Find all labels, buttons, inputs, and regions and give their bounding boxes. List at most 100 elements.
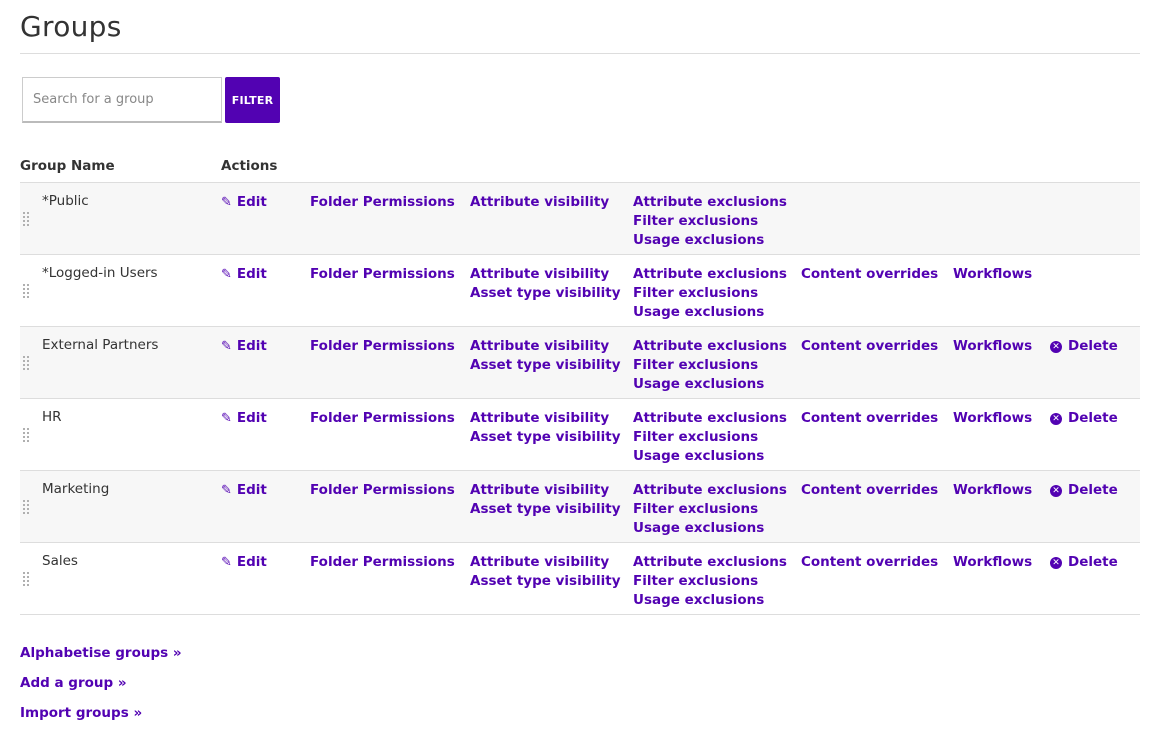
- filter-exclusions-link[interactable]: Filter exclusions: [633, 284, 787, 303]
- delete-cell: ✕ Delete: [1050, 481, 1118, 500]
- attribute-visibility-link[interactable]: Attribute visibility: [470, 265, 621, 284]
- attribute-visibility-link[interactable]: Attribute visibility: [470, 553, 621, 572]
- exclusions-cell: Attribute exclusions Filter exclusions Usa…: [633, 337, 787, 394]
- filter-exclusions-link[interactable]: Filter exclusions: [633, 356, 787, 375]
- delete-cell: ✕ Delete: [1050, 409, 1118, 428]
- visibility-cell: Attribute visibility Asset type visibilit…: [470, 337, 621, 375]
- search-input[interactable]: [22, 77, 222, 123]
- attribute-exclusions-link[interactable]: Attribute exclusions: [633, 553, 787, 572]
- content-overrides-link[interactable]: Content overrides: [801, 481, 938, 500]
- delete-link[interactable]: ✕ Delete: [1050, 481, 1118, 500]
- folder-permissions-link[interactable]: Folder Permissions: [310, 409, 455, 428]
- attribute-visibility-link[interactable]: Attribute visibility: [470, 337, 621, 356]
- attribute-exclusions-link[interactable]: Attribute exclusions: [633, 265, 787, 284]
- delete-cell: ✕ Delete: [1050, 337, 1118, 356]
- table-row: External Partners ✎ Edit Folder Permissio…: [20, 327, 1140, 399]
- drag-handle-icon[interactable]: [22, 499, 30, 515]
- edit-cell: ✎ Edit: [221, 553, 267, 572]
- filter-exclusions-link[interactable]: Filter exclusions: [633, 212, 787, 231]
- folder-permissions-cell: Folder Permissions: [310, 265, 455, 284]
- edit-link[interactable]: ✎ Edit: [221, 337, 267, 356]
- delete-label: Delete: [1068, 554, 1118, 570]
- attribute-exclusions-link[interactable]: Attribute exclusions: [633, 409, 787, 428]
- attribute-visibility-link[interactable]: Attribute visibility: [470, 409, 621, 428]
- attribute-exclusions-link[interactable]: Attribute exclusions: [633, 481, 787, 500]
- usage-exclusions-link[interactable]: Usage exclusions: [633, 303, 787, 322]
- delete-link[interactable]: ✕ Delete: [1050, 553, 1118, 572]
- column-header-group-name: Group Name: [20, 158, 115, 174]
- folder-permissions-cell: Folder Permissions: [310, 553, 455, 572]
- workflows-cell: Workflows: [953, 481, 1032, 500]
- table-row: *Logged-in Users ✎ Edit Folder Permission…: [20, 255, 1140, 327]
- delete-link[interactable]: ✕ Delete: [1050, 409, 1118, 428]
- visibility-cell: Attribute visibility Asset type visibilit…: [470, 481, 621, 519]
- edit-label: Edit: [236, 338, 267, 354]
- filter-button[interactable]: FILTER: [225, 77, 280, 123]
- asset-type-visibility-link[interactable]: Asset type visibility: [470, 428, 621, 447]
- content-overrides-link[interactable]: Content overrides: [801, 337, 938, 356]
- drag-handle-icon[interactable]: [22, 427, 30, 443]
- content-overrides-link[interactable]: Content overrides: [801, 553, 938, 572]
- usage-exclusions-link[interactable]: Usage exclusions: [633, 591, 787, 610]
- pencil-icon: ✎: [221, 555, 232, 570]
- filter-exclusions-link[interactable]: Filter exclusions: [633, 572, 787, 591]
- drag-handle-icon[interactable]: [22, 211, 30, 227]
- edit-cell: ✎ Edit: [221, 265, 267, 284]
- edit-label: Edit: [236, 482, 267, 498]
- workflows-cell: Workflows: [953, 553, 1032, 572]
- workflows-cell: Workflows: [953, 409, 1032, 428]
- folder-permissions-cell: Folder Permissions: [310, 481, 455, 500]
- usage-exclusions-link[interactable]: Usage exclusions: [633, 447, 787, 466]
- workflows-link[interactable]: Workflows: [953, 337, 1032, 356]
- alphabetise-groups-link[interactable]: Alphabetise groups »: [20, 645, 182, 661]
- filter-exclusions-link[interactable]: Filter exclusions: [633, 428, 787, 447]
- add-group-link[interactable]: Add a group »: [20, 675, 182, 691]
- asset-type-visibility-link[interactable]: Asset type visibility: [470, 500, 621, 519]
- edit-link[interactable]: ✎ Edit: [221, 481, 267, 500]
- workflows-link[interactable]: Workflows: [953, 265, 1032, 284]
- content-overrides-cell: Content overrides: [801, 409, 938, 428]
- attribute-visibility-link[interactable]: Attribute visibility: [470, 481, 621, 500]
- content-overrides-link[interactable]: Content overrides: [801, 409, 938, 428]
- edit-link[interactable]: ✎ Edit: [221, 553, 267, 572]
- edit-cell: ✎ Edit: [221, 193, 267, 212]
- folder-permissions-link[interactable]: Folder Permissions: [310, 553, 455, 572]
- asset-type-visibility-link[interactable]: Asset type visibility: [470, 284, 621, 303]
- drag-handle-icon[interactable]: [22, 571, 30, 587]
- table-row: *Public ✎ Edit Folder Permissions Attribu…: [20, 183, 1140, 255]
- filter-exclusions-link[interactable]: Filter exclusions: [633, 500, 787, 519]
- delete-link[interactable]: ✕ Delete: [1050, 337, 1118, 356]
- delete-cell: ✕ Delete: [1050, 553, 1118, 572]
- folder-permissions-link[interactable]: Folder Permissions: [310, 481, 455, 500]
- import-groups-link[interactable]: Import groups »: [20, 705, 182, 721]
- workflows-link[interactable]: Workflows: [953, 553, 1032, 572]
- workflows-link[interactable]: Workflows: [953, 481, 1032, 500]
- edit-link[interactable]: ✎ Edit: [221, 409, 267, 428]
- usage-exclusions-link[interactable]: Usage exclusions: [633, 519, 787, 538]
- pencil-icon: ✎: [221, 267, 232, 282]
- folder-permissions-link[interactable]: Folder Permissions: [310, 337, 455, 356]
- content-overrides-link[interactable]: Content overrides: [801, 265, 938, 284]
- attribute-visibility-link[interactable]: Attribute visibility: [470, 193, 609, 212]
- asset-type-visibility-link[interactable]: Asset type visibility: [470, 356, 621, 375]
- drag-handle-icon[interactable]: [22, 355, 30, 371]
- edit-link[interactable]: ✎ Edit: [221, 265, 267, 284]
- usage-exclusions-link[interactable]: Usage exclusions: [633, 231, 787, 250]
- drag-handle-icon[interactable]: [22, 283, 30, 299]
- table-header: Group Name Actions: [20, 157, 1140, 183]
- workflows-link[interactable]: Workflows: [953, 409, 1032, 428]
- content-overrides-cell: Content overrides: [801, 337, 938, 356]
- search-bar: FILTER: [22, 77, 280, 123]
- edit-label: Edit: [236, 410, 267, 426]
- pencil-icon: ✎: [221, 339, 232, 354]
- edit-link[interactable]: ✎ Edit: [221, 193, 267, 212]
- asset-type-visibility-link[interactable]: Asset type visibility: [470, 572, 621, 591]
- folder-permissions-link[interactable]: Folder Permissions: [310, 193, 455, 212]
- exclusions-cell: Attribute exclusions Filter exclusions Usa…: [633, 481, 787, 538]
- attribute-exclusions-link[interactable]: Attribute exclusions: [633, 337, 787, 356]
- attribute-exclusions-link[interactable]: Attribute exclusions: [633, 193, 787, 212]
- usage-exclusions-link[interactable]: Usage exclusions: [633, 375, 787, 394]
- visibility-cell: Attribute visibility Asset type visibilit…: [470, 265, 621, 303]
- table-row: Marketing ✎ Edit Folder Permissions Attri…: [20, 471, 1140, 543]
- folder-permissions-link[interactable]: Folder Permissions: [310, 265, 455, 284]
